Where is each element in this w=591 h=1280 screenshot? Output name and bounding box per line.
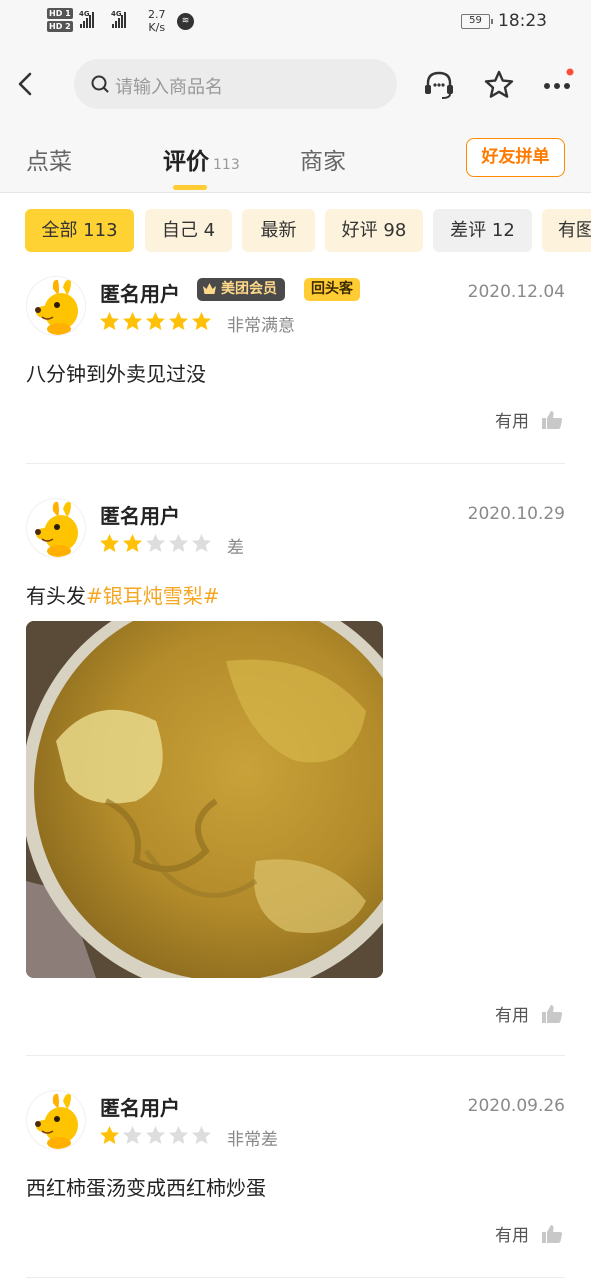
rating-label: 差 [227,538,244,558]
speed-unit: K/s [148,21,166,34]
star-empty-icon [192,534,211,552]
favorite-star-icon[interactable] [482,68,516,102]
filter-latest[interactable]: 最新 [242,209,315,252]
divider [26,463,565,464]
username: 匿名用户 [100,1096,180,1120]
useful-button[interactable]: 有用 [495,407,563,432]
divider [26,1277,565,1278]
nav-bar: 请输入商品名 [0,46,591,126]
username: 匿名用户 [100,504,180,528]
star-filled-icon [100,534,119,552]
clock: 18:23 [498,11,547,31]
signal2-label: 4G [111,10,122,18]
avatar [26,1090,86,1150]
tab-menu-label: 点菜 [26,149,72,175]
filter-with-photo[interactable]: 有图 [542,209,591,252]
active-tab-indicator [173,185,207,190]
more-options-icon[interactable] [541,68,575,102]
star-filled-icon [100,1126,119,1144]
search-icon [91,75,109,93]
filter-row: 全部 113 自己 4 最新 好评 98 差评 12 有图 [0,194,591,266]
review-photo[interactable] [26,621,383,978]
star-filled-icon [169,312,188,330]
group-order-button[interactable]: 好友拼单 [466,138,565,177]
kangaroo-avatar-icon [35,279,78,335]
filter-mine[interactable]: 自己 4 [145,209,232,252]
review-date: 2020.10.29 [467,504,565,524]
status-bar: HD 1 HD 2 4G 4G 2.7 K/s ≋ 59 18:23 [0,0,591,46]
filter-negative[interactable]: 差评 12 [433,209,532,252]
star-filled-icon [192,312,211,330]
network-speed: 2.7 K/s [148,8,166,34]
star-rating [99,1125,212,1146]
star-filled-icon [123,312,142,330]
star-empty-icon [146,534,165,552]
member-badge-label: 美团会员 [221,281,277,297]
star-empty-icon [169,1126,188,1144]
tab-merchant-label: 商家 [300,149,346,175]
useful-button[interactable]: 有用 [495,1001,563,1026]
star-rating [99,311,212,332]
review-text: 西红柿蛋汤变成西红柿炒蛋 [26,1176,266,1200]
star-empty-icon [146,1126,165,1144]
tab-reviews[interactable]: 评价 113 [163,142,240,176]
avatar [26,276,86,336]
review-text: 八分钟到外卖见过没 [26,362,206,386]
star-filled-icon [123,534,142,552]
rating-label: 非常满意 [227,316,295,336]
useful-label: 有用 [495,1006,529,1026]
tab-bar: 点菜 评价 113 商家 好友拼单 [0,126,591,193]
speed-value: 2.7 [148,8,166,21]
divider [26,1055,565,1056]
review-date: 2020.09.26 [467,1096,565,1116]
customer-service-icon[interactable] [422,68,456,102]
signal1-label: 4G [79,10,90,18]
crown-icon [203,283,216,294]
star-filled-icon [146,312,165,330]
avatar [26,498,86,558]
useful-label: 有用 [495,412,529,432]
battery-icon: 59 [461,14,493,29]
star-rating [99,533,212,554]
tab-merchant[interactable]: 商家 [300,142,346,176]
returning-customer-badge: 回头客 [304,278,360,301]
member-badge: 美团会员 [197,278,285,301]
star-filled-icon [100,312,119,330]
dish-hashtag-link[interactable]: #银耳炖雪梨# [86,584,220,608]
kangaroo-avatar-icon [35,501,78,557]
battery-level: 59 [469,15,482,26]
signal-icon: 4G [79,10,94,28]
search-placeholder: 请输入商品名 [115,77,223,98]
soup-photo-image [26,621,383,978]
useful-button[interactable]: 有用 [495,1221,563,1246]
back-button[interactable] [12,70,40,98]
signal-icon-2: 4G [111,10,126,28]
username: 匿名用户 [100,282,180,306]
tab-reviews-label: 评价 [163,149,209,175]
review-text-body: 有头发 [26,584,86,608]
tab-menu[interactable]: 点菜 [26,142,72,176]
thumbs-up-icon [542,1224,563,1243]
thumbs-up-icon [542,1004,563,1023]
filter-all[interactable]: 全部 113 [25,209,134,252]
rating-label: 非常差 [227,1130,278,1150]
useful-label: 有用 [495,1226,529,1246]
filter-positive[interactable]: 好评 98 [325,209,423,252]
kangaroo-avatar-icon [35,1093,78,1149]
hd2-label: HD 2 [47,21,73,32]
review-text: 有头发#银耳炖雪梨# [26,580,220,609]
star-empty-icon [192,1126,211,1144]
star-empty-icon [123,1126,142,1144]
thumbs-up-icon [542,410,563,429]
star-empty-icon [169,534,188,552]
hd1-label: HD 1 [47,8,73,19]
review-date: 2020.12.04 [467,282,565,302]
tab-reviews-count: 113 [213,157,240,173]
search-input[interactable]: 请输入商品名 [74,59,397,109]
hd-indicator: HD 1 HD 2 [47,8,73,34]
notification-icon: ≋ [177,13,194,30]
